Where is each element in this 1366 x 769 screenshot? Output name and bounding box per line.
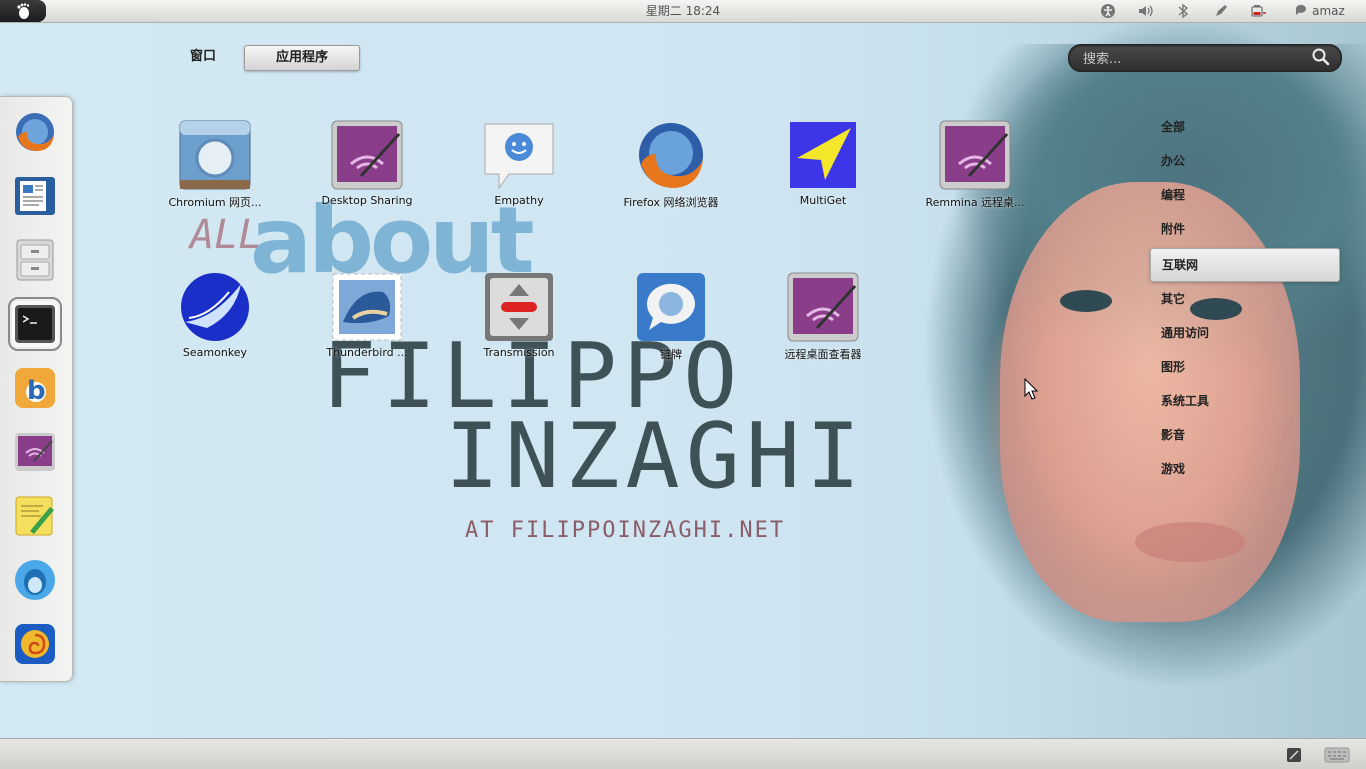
category-universal-access[interactable]: 通用访问 xyxy=(1150,317,1340,349)
app-label: Thunderbird ... xyxy=(326,346,408,359)
remmina-icon xyxy=(939,120,1011,190)
dock-b-app[interactable]: b xyxy=(12,365,58,411)
multiget-icon xyxy=(790,122,856,188)
app-label: Transmission xyxy=(483,346,555,359)
pen-tool-icon[interactable] xyxy=(1213,0,1229,22)
category-graphics[interactable]: 图形 xyxy=(1150,351,1340,383)
clock[interactable]: 星期二 18:24 xyxy=(0,0,1366,22)
dock-remmina[interactable] xyxy=(12,429,58,475)
accessibility-icon[interactable] xyxy=(1100,0,1116,22)
wallpaper-text-site: AT FILIPPOINZAGHI.NET xyxy=(465,518,786,543)
firefox-icon xyxy=(16,113,54,151)
bottom-panel xyxy=(0,738,1366,769)
dock-file-manager[interactable] xyxy=(12,237,58,283)
app-label: Empathy xyxy=(494,194,544,207)
app-transmission[interactable]: Transmission xyxy=(444,272,594,372)
remote-desktop-viewer-icon xyxy=(787,272,859,342)
mouse-pointer-icon xyxy=(1024,378,1038,400)
user-name: amaz xyxy=(1312,4,1345,18)
volume-icon[interactable] xyxy=(1137,0,1155,22)
remmina-icon xyxy=(15,433,55,471)
app-pidgin-chat[interactable]: 链牌 xyxy=(596,272,746,372)
category-office[interactable]: 办公 xyxy=(1150,145,1340,177)
top-panel: 星期二 18:24 amaz xyxy=(0,0,1366,23)
battery-icon[interactable] xyxy=(1250,0,1268,22)
chat-status-icon xyxy=(1295,4,1306,15)
qq-penguin-icon xyxy=(15,560,55,600)
swirl-app-icon xyxy=(15,624,55,664)
file-cabinet-icon xyxy=(16,239,54,281)
terminal-icon xyxy=(15,305,55,343)
search-icon[interactable] xyxy=(1311,47,1331,67)
category-other[interactable]: 其它 xyxy=(1150,283,1340,315)
tab-windows[interactable]: 窗口 xyxy=(178,46,228,68)
dock-swirl-app[interactable] xyxy=(12,621,58,667)
app-remote-desktop-viewer[interactable]: 远程桌面查看器 xyxy=(748,272,898,372)
dock-firefox[interactable] xyxy=(12,109,58,155)
category-internet[interactable]: 互联网 xyxy=(1150,248,1340,282)
wallpaper-text-inzaghi: INZAGHI xyxy=(445,404,867,509)
category-programming[interactable]: 编程 xyxy=(1150,179,1340,211)
app-label: MultiGet xyxy=(799,194,847,207)
writer-document-icon xyxy=(15,177,55,215)
app-seamonkey[interactable]: Seamonkey xyxy=(140,272,290,372)
dock-terminal[interactable] xyxy=(8,297,62,351)
app-thunderbird[interactable]: Thunderbird ... xyxy=(292,272,442,372)
desktop-switcher-icon[interactable] xyxy=(1286,747,1302,763)
app-label: Remmina 远程桌... xyxy=(925,196,1025,209)
app-desktop-sharing[interactable]: Desktop Sharing xyxy=(292,120,442,220)
desktop-sharing-icon xyxy=(331,120,403,190)
category-accessories[interactable]: 附件 xyxy=(1150,213,1340,245)
b-app-icon: b xyxy=(15,368,55,408)
app-chromium[interactable]: Chromium 网页... xyxy=(140,120,290,220)
dock-notes[interactable] xyxy=(12,493,58,539)
app-label: Seamonkey xyxy=(182,346,248,359)
transmission-icon xyxy=(485,273,553,341)
firefox-icon xyxy=(639,123,703,188)
category-sound-video[interactable]: 影音 xyxy=(1150,419,1340,451)
chat-bubble-icon xyxy=(484,123,554,190)
seamonkey-icon xyxy=(181,273,249,341)
tab-applications[interactable]: 应用程序 xyxy=(244,45,360,71)
app-label: Firefox 网络浏览器 xyxy=(623,196,719,209)
chat-bubble-icon xyxy=(637,273,705,341)
app-firefox[interactable]: Firefox 网络浏览器 xyxy=(596,120,746,220)
category-games[interactable]: 游戏 xyxy=(1150,453,1340,485)
search-box[interactable] xyxy=(1068,44,1342,72)
app-multiget[interactable]: MultiGet xyxy=(748,120,898,220)
app-label: Chromium 网页... xyxy=(168,196,262,209)
search-input[interactable] xyxy=(1081,48,1305,70)
app-label: Desktop Sharing xyxy=(321,194,413,207)
chromium-icon xyxy=(179,120,251,190)
app-label: 链牌 xyxy=(660,348,682,361)
app-empathy[interactable]: Empathy xyxy=(444,120,594,220)
user-menu[interactable]: amaz xyxy=(1294,0,1345,22)
notes-pencil-icon xyxy=(15,496,54,536)
application-dock: b xyxy=(0,96,73,682)
dock-writer[interactable] xyxy=(12,173,58,219)
wallpaper-mouth xyxy=(1135,522,1245,562)
app-remmina[interactable]: Remmina 远程桌... xyxy=(900,120,1050,220)
thunderbird-icon xyxy=(332,273,402,341)
app-label: 远程桌面查看器 xyxy=(784,348,862,361)
bluetooth-icon[interactable] xyxy=(1177,0,1189,22)
svg-text:b: b xyxy=(27,376,46,406)
workspace-grid-icon[interactable] xyxy=(1324,747,1350,763)
dock-qq[interactable] xyxy=(12,557,58,603)
wallpaper-eye xyxy=(1060,290,1112,312)
category-all[interactable]: 全部 xyxy=(1150,111,1340,143)
category-system-tools[interactable]: 系统工具 xyxy=(1150,385,1340,417)
